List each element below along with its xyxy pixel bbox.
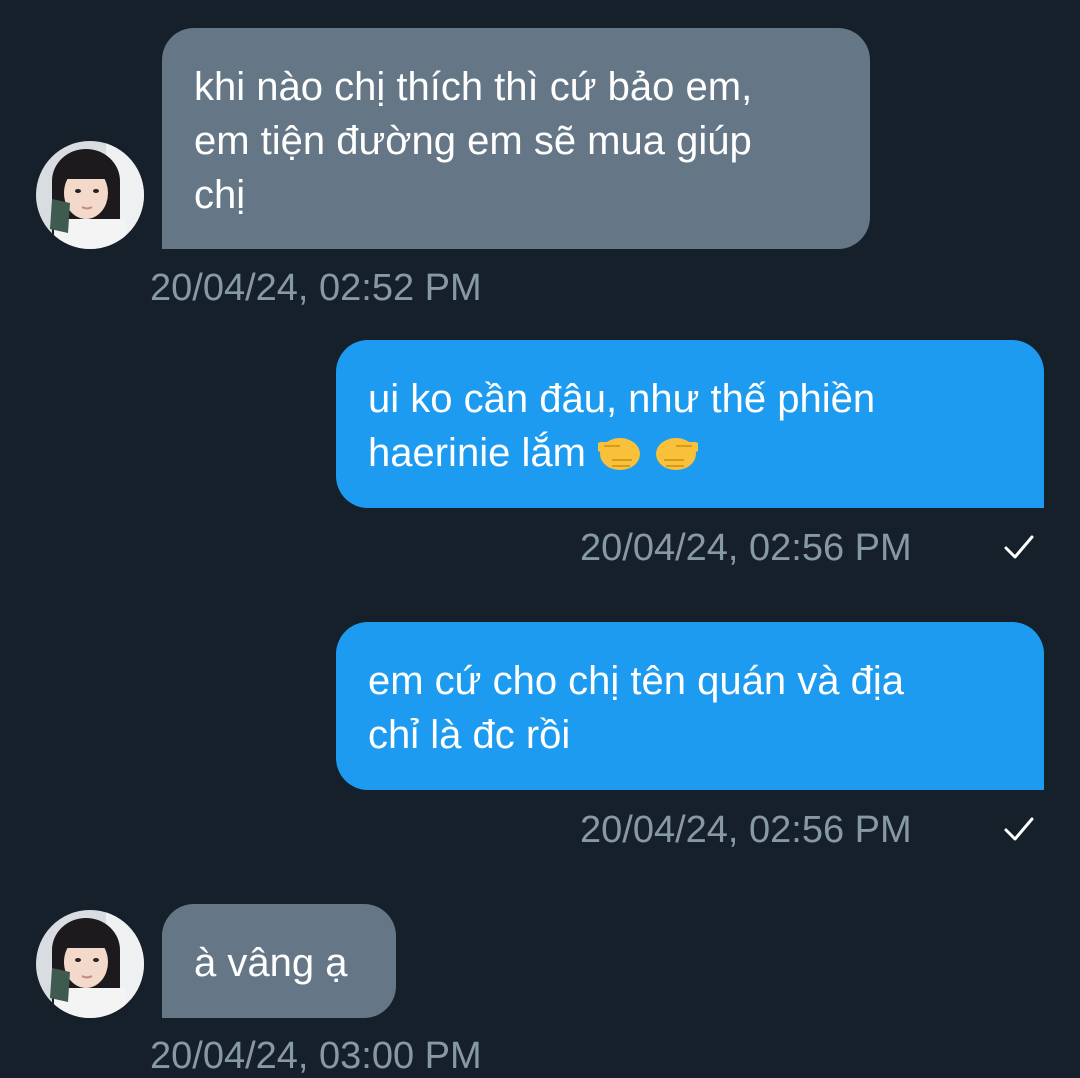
message-text-line: em tiện đường em sẽ mua giúp (194, 119, 752, 163)
message-text-line: khi nào chị thích thì cứ bảo em, (194, 65, 753, 109)
message-text-line: haerinie lắm (368, 431, 586, 475)
contact-avatar[interactable] (36, 141, 144, 249)
message-bubble-outgoing[interactable]: em cứ cho chị tên quán và địa chỉ là đc … (336, 622, 1044, 790)
avatar-photo (36, 910, 144, 1018)
pointing-fingers-icon (597, 426, 698, 488)
avatar-photo (36, 141, 144, 249)
message-timestamp: 20/04/24, 02:56 PM (580, 527, 912, 569)
message-text-line-with-emoji: haerinie lắm (368, 426, 1012, 488)
sent-check-icon (1004, 817, 1034, 841)
sent-check-icon (1004, 535, 1034, 559)
message-text-line: chỉ là đc rồi (368, 713, 571, 757)
message-text-line: à vâng ạ (194, 941, 348, 985)
message-text-line: ui ko cần đâu, như thế phiền (368, 377, 876, 421)
message-timestamp: 20/04/24, 03:00 PM (150, 1035, 482, 1077)
message-text-line: chị (194, 173, 246, 217)
contact-avatar[interactable] (36, 910, 144, 1018)
message-bubble-incoming[interactable]: khi nào chị thích thì cứ bảo em, em tiện… (162, 28, 870, 249)
message-bubble-outgoing[interactable]: ui ko cần đâu, như thế phiền haerinie lắ… (336, 340, 1044, 508)
message-bubble-incoming[interactable]: à vâng ạ (162, 904, 396, 1018)
message-timestamp: 20/04/24, 02:52 PM (150, 267, 482, 309)
message-text-line: em cứ cho chị tên quán và địa (368, 659, 904, 703)
message-timestamp: 20/04/24, 02:56 PM (580, 809, 912, 851)
